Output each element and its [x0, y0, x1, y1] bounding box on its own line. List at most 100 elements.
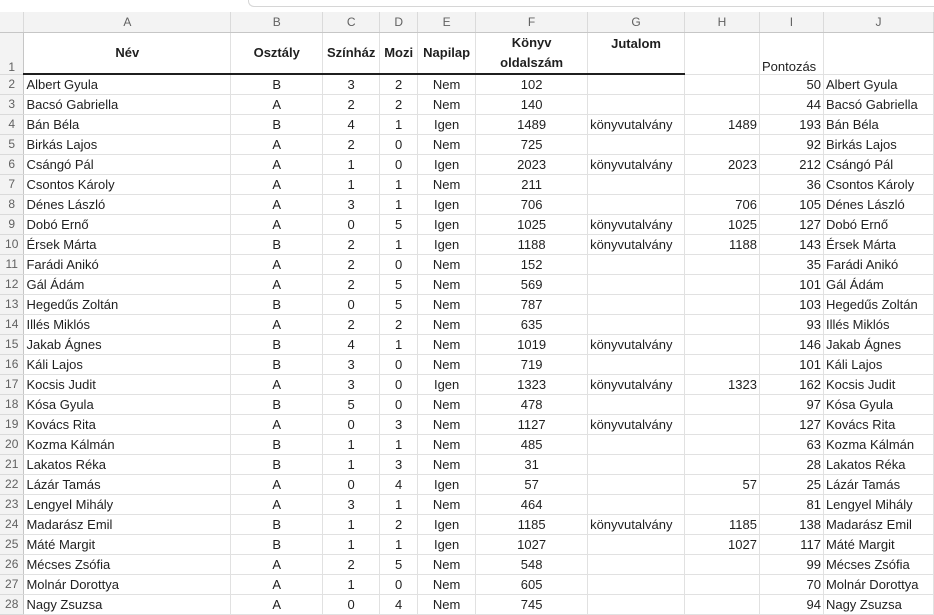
column-header-d[interactable]: D	[379, 12, 419, 33]
cell-osztaly[interactable]: A	[230, 474, 324, 495]
cell-nev-copy[interactable]: Birkás Lajos	[823, 134, 934, 155]
cell-h[interactable]: 1025	[684, 214, 760, 235]
cell-pontozas[interactable]: 97	[759, 394, 824, 415]
cell-konyv-oldalszam[interactable]: 706	[475, 194, 589, 215]
cell-pontozas[interactable]: 25	[759, 474, 824, 495]
cell-jutalom[interactable]: könyvutalvány	[587, 114, 686, 135]
cell-h[interactable]	[684, 74, 760, 95]
cell-nev[interactable]: Nagy Zsuzsa	[23, 594, 232, 615]
column-header-e[interactable]: E	[417, 12, 477, 33]
cell-h[interactable]	[684, 334, 760, 355]
row-number[interactable]: 5	[0, 134, 25, 155]
cell-nev-copy[interactable]: Dobó Ernő	[823, 214, 934, 235]
cell-szinhaz[interactable]: 1	[322, 454, 381, 475]
cell-osztaly[interactable]: B	[230, 394, 324, 415]
header-mozi[interactable]: Mozi	[379, 32, 419, 75]
cell-szinhaz[interactable]: 1	[322, 434, 381, 455]
cell-konyv-oldalszam[interactable]: 464	[475, 494, 589, 515]
cell-mozi[interactable]: 5	[379, 554, 419, 575]
cell-pontozas[interactable]: 127	[759, 414, 824, 435]
cell-jutalom[interactable]	[587, 294, 686, 315]
cell-szinhaz[interactable]: 2	[322, 314, 381, 335]
cell-pontozas[interactable]: 50	[759, 74, 824, 95]
cell-nev[interactable]: Lázár Tamás	[23, 474, 232, 495]
cell-pontozas[interactable]: 93	[759, 314, 824, 335]
cell-konyv-oldalszam[interactable]: 140	[475, 94, 589, 115]
header-napilap[interactable]: Napilap	[417, 32, 477, 75]
cell-pontozas[interactable]: 94	[759, 594, 824, 615]
cell-h[interactable]: 1188	[684, 234, 760, 255]
cell-szinhaz[interactable]: 1	[322, 534, 381, 555]
row-number[interactable]: 4	[0, 114, 25, 135]
cell-konyv-oldalszam[interactable]: 1019	[475, 334, 589, 355]
cell-nev[interactable]: Csángó Pál	[23, 154, 232, 175]
column-header-i[interactable]: I	[759, 12, 824, 33]
cell-jutalom[interactable]: könyvutalvány	[587, 334, 686, 355]
cell-pontozas[interactable]: 103	[759, 294, 824, 315]
cell-h[interactable]: 57	[684, 474, 760, 495]
cell-nev-copy[interactable]: Lengyel Mihály	[823, 494, 934, 515]
cell-jutalom[interactable]: könyvutalvány	[587, 234, 686, 255]
cell-konyv-oldalszam[interactable]: 1188	[475, 234, 589, 255]
row-number[interactable]: 15	[0, 334, 25, 355]
cell-konyv-oldalszam[interactable]: 787	[475, 294, 589, 315]
row-number[interactable]: 10	[0, 234, 25, 255]
cell-nev[interactable]: Hegedűs Zoltán	[23, 294, 232, 315]
cell-szinhaz[interactable]: 2	[322, 554, 381, 575]
cell-jutalom[interactable]	[587, 474, 686, 495]
cell-konyv-oldalszam[interactable]: 719	[475, 354, 589, 375]
cell-nev-copy[interactable]: Jakab Ágnes	[823, 334, 934, 355]
cell-szinhaz[interactable]: 3	[322, 354, 381, 375]
cell-konyv-oldalszam[interactable]: 548	[475, 554, 589, 575]
cell-nev-copy[interactable]: Bacsó Gabriella	[823, 94, 934, 115]
row-number[interactable]: 23	[0, 494, 25, 515]
cell-pontozas[interactable]: 99	[759, 554, 824, 575]
cell-szinhaz[interactable]: 4	[322, 114, 381, 135]
cell-nev[interactable]: Kocsis Judit	[23, 374, 232, 395]
row-number[interactable]: 22	[0, 474, 25, 495]
cell-mozi[interactable]: 2	[379, 74, 419, 95]
cell-napilap[interactable]: Nem	[417, 314, 477, 335]
cell-osztaly[interactable]: A	[230, 254, 324, 275]
cell-h[interactable]	[684, 294, 760, 315]
row-number[interactable]: 21	[0, 454, 25, 475]
header-szinhaz[interactable]: Színház	[322, 32, 381, 75]
cell-nev[interactable]: Molnár Dorottya	[23, 574, 232, 595]
cell-konyv-oldalszam[interactable]: 745	[475, 594, 589, 615]
cell-nev[interactable]: Albert Gyula	[23, 74, 232, 95]
cell-jutalom[interactable]	[587, 274, 686, 295]
cell-pontozas[interactable]: 101	[759, 354, 824, 375]
row-number[interactable]: 24	[0, 514, 25, 535]
cell-jutalom[interactable]	[587, 454, 686, 475]
cell-szinhaz[interactable]: 3	[322, 494, 381, 515]
cell-nev[interactable]: Kósa Gyula	[23, 394, 232, 415]
cell-h[interactable]	[684, 274, 760, 295]
cell-pontozas[interactable]: 117	[759, 534, 824, 555]
cell-h[interactable]: 1185	[684, 514, 760, 535]
cell-osztaly[interactable]: A	[230, 594, 324, 615]
cell-osztaly[interactable]: B	[230, 354, 324, 375]
cell-pontozas[interactable]: 212	[759, 154, 824, 175]
cell-nev-copy[interactable]: Molnár Dorottya	[823, 574, 934, 595]
cell-nev[interactable]: Lengyel Mihály	[23, 494, 232, 515]
cell-napilap[interactable]: Igen	[417, 374, 477, 395]
cell-h[interactable]: 706	[684, 194, 760, 215]
cell-nev-copy[interactable]: Csontos Károly	[823, 174, 934, 195]
cell-mozi[interactable]: 1	[379, 174, 419, 195]
cell-pontozas[interactable]: 146	[759, 334, 824, 355]
cell-osztaly[interactable]: A	[230, 214, 324, 235]
cell-konyv-oldalszam[interactable]: 211	[475, 174, 589, 195]
cell-nev-copy[interactable]: Dénes László	[823, 194, 934, 215]
cell-osztaly[interactable]: A	[230, 374, 324, 395]
cell-nev[interactable]: Káli Lajos	[23, 354, 232, 375]
row-number[interactable]: 13	[0, 294, 25, 315]
row-number[interactable]: 2	[0, 74, 25, 95]
cell-nev-copy[interactable]: Lakatos Réka	[823, 454, 934, 475]
cell-nev[interactable]: Birkás Lajos	[23, 134, 232, 155]
cell-osztaly[interactable]: A	[230, 194, 324, 215]
cell-nev[interactable]: Gál Ádám	[23, 274, 232, 295]
cell-jutalom[interactable]	[587, 314, 686, 335]
cell-nev[interactable]: Bacsó Gabriella	[23, 94, 232, 115]
row-number[interactable]: 9	[0, 214, 25, 235]
cell-nev-copy[interactable]: Kozma Kálmán	[823, 434, 934, 455]
